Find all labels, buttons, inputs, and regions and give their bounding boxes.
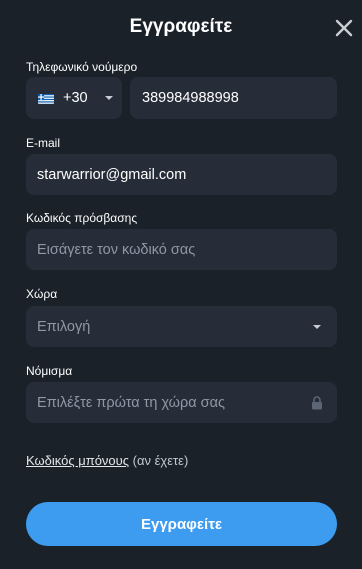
page-title: Εγγραφείτε [129, 16, 233, 37]
password-field[interactable]: Εισάγετε τον κωδικό σας [26, 229, 337, 270]
currency-field[interactable]: Επιλέξτε πρώτα τη χώρα σας [26, 382, 337, 423]
chevron-down-icon [313, 324, 321, 329]
bonus-code-hint: (αν έχετε) [129, 453, 189, 468]
email-field[interactable]: starwarrior@gmail.com [26, 154, 337, 195]
close-icon[interactable] [334, 18, 354, 38]
phone-number-value: 389984988998 [142, 90, 239, 106]
currency-label: Νόμισμα [26, 364, 73, 378]
country-select[interactable]: Επιλογή [26, 306, 337, 347]
email-value: starwarrior@gmail.com [37, 166, 187, 183]
password-placeholder: Εισάγετε τον κωδικό σας [37, 241, 196, 258]
phone-label: Τηλεφωνικό νούμερο [26, 60, 138, 74]
bonus-code-line: Κωδικός μπόνους (αν έχετε) [26, 453, 188, 468]
bonus-code-link[interactable]: Κωδικός μπόνους [26, 453, 129, 468]
country-code-select[interactable]: +30 [26, 77, 122, 119]
country-label: Χώρα [26, 287, 58, 301]
password-label: Κωδικός πρόσβασης [26, 211, 138, 225]
currency-placeholder: Επιλέξτε πρώτα τη χώρα σας [37, 394, 225, 411]
register-button[interactable]: Εγγραφείτε [26, 502, 337, 546]
country-code-value: +30 [63, 90, 88, 106]
email-label: E-mail [26, 136, 61, 150]
lock-icon [312, 396, 322, 410]
modal-header: Εγγραφείτε [0, 0, 362, 56]
chevron-down-icon [104, 96, 113, 100]
greek-flag-icon [38, 93, 54, 104]
country-selected-value: Επιλογή [37, 318, 91, 335]
phone-number-input[interactable]: 389984988998 [130, 77, 337, 119]
